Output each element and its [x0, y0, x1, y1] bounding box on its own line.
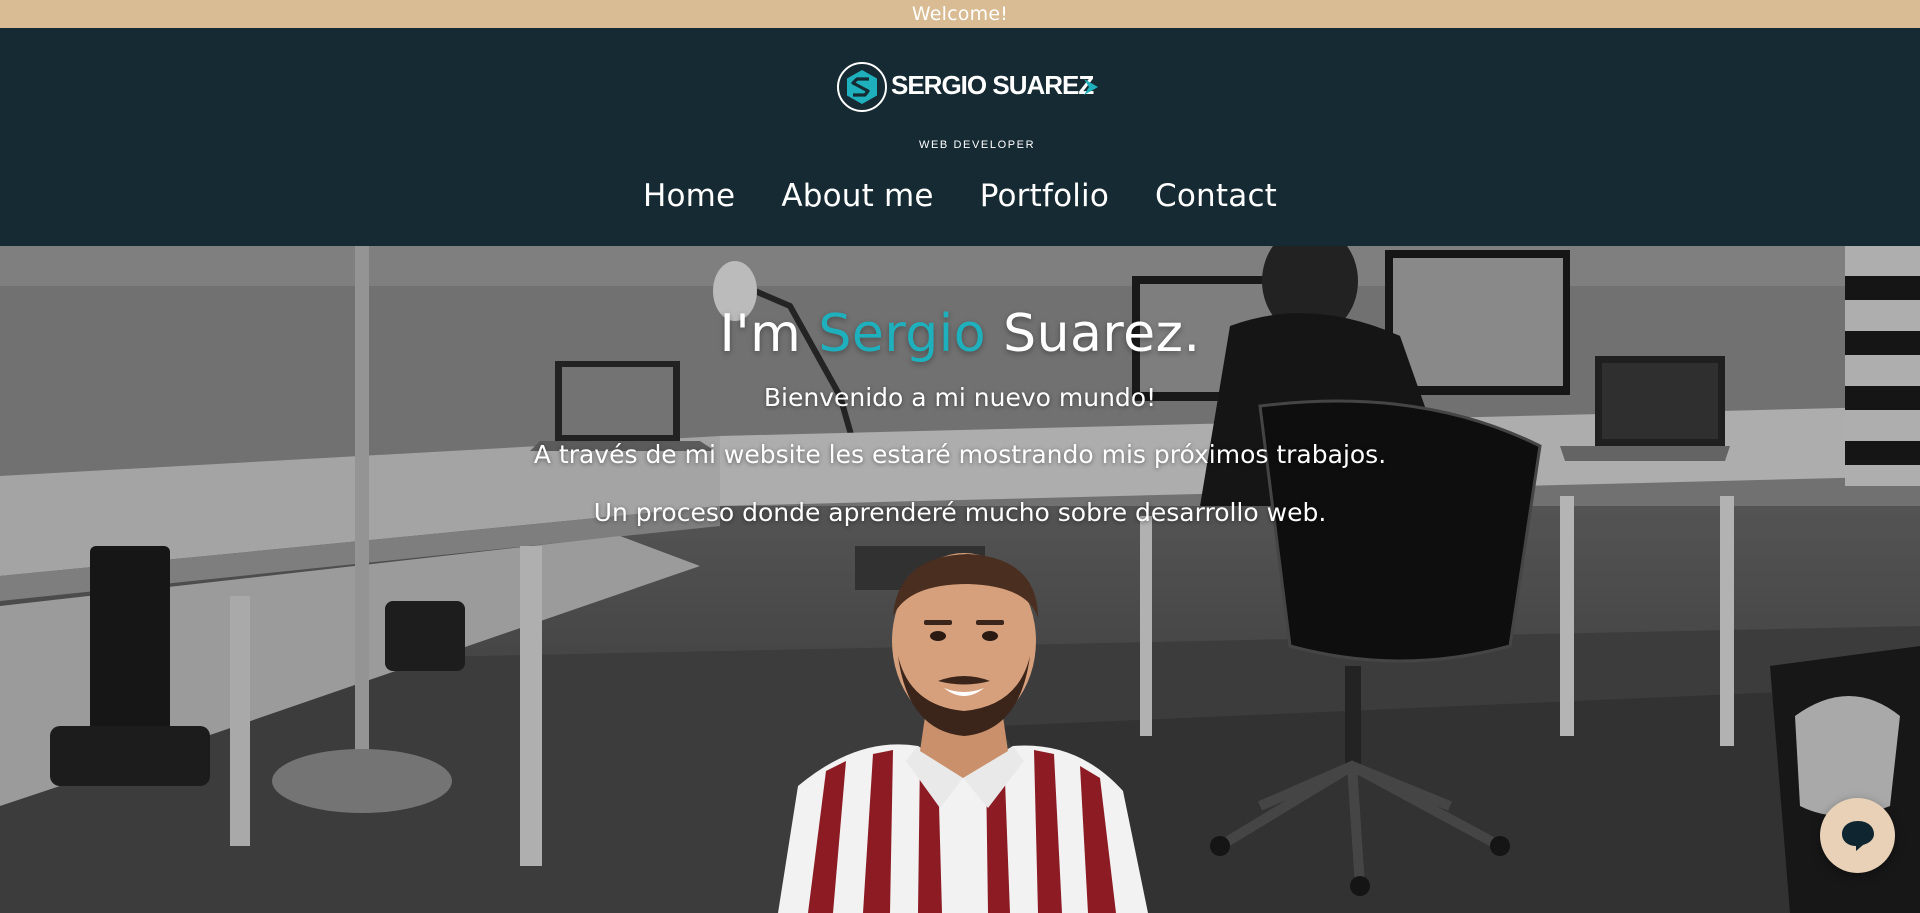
hero-title-prefix: I'm	[719, 304, 802, 364]
logo-name: SERGIO SUAREZ	[891, 70, 1094, 100]
logo-subtitle: WEB DEVELOPER	[919, 139, 1036, 151]
logo-arrow-icon	[1084, 79, 1098, 95]
hero-section: I'm Sergio Suarez. Bienvenido a mi nuevo…	[0, 246, 1920, 913]
welcome-text: Welcome!	[911, 3, 1009, 25]
hero-line-process: Un proceso donde aprenderé mucho sobre d…	[593, 498, 1327, 527]
hero-line-welcome: Bienvenido a mi nuevo mundo!	[763, 383, 1157, 412]
site-header: SERGIO SUAREZ WEB DEVELOPER Home About m…	[0, 28, 1920, 246]
logo-s-icon	[837, 62, 887, 112]
chat-bubble-icon	[1841, 820, 1874, 851]
main-nav: Home About me Portfolio Contact	[0, 171, 1920, 221]
nav-contact[interactable]: Contact	[1155, 171, 1277, 221]
portrait-photo	[778, 553, 1148, 913]
nav-portfolio[interactable]: Portfolio	[980, 171, 1109, 221]
nav-about-me[interactable]: About me	[781, 171, 933, 221]
hero-title-accent: Sergio	[818, 304, 987, 364]
hero-title: I'm Sergio Suarez.	[0, 304, 1920, 364]
nav-home[interactable]: Home	[643, 171, 735, 221]
hero-title-suffix: Suarez.	[1003, 304, 1201, 364]
site-logo[interactable]: SERGIO SUAREZ WEB DEVELOPER	[836, 61, 1101, 151]
hero-line-website: A través de mi website les estaré mostra…	[533, 440, 1387, 469]
chat-button[interactable]	[1820, 798, 1895, 873]
welcome-banner: Welcome!	[0, 0, 1920, 28]
